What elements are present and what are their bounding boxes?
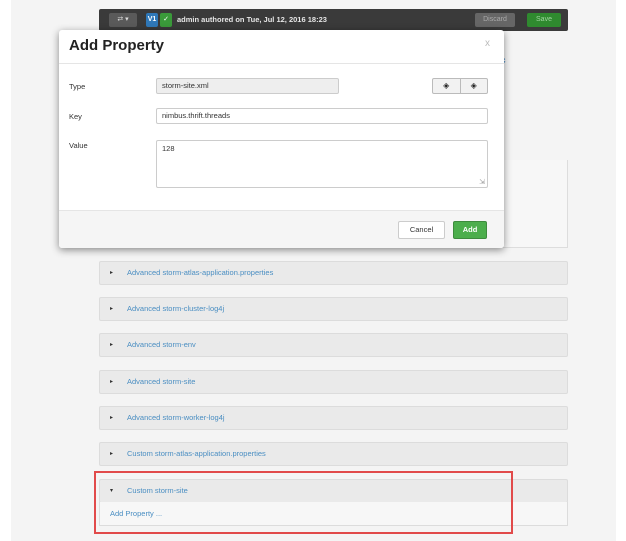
- version-badge[interactable]: V1: [146, 13, 158, 27]
- type-label: Type: [69, 82, 86, 91]
- type-field: storm-site.xml: [156, 78, 339, 94]
- key-input[interactable]: nimbus.thrift.threads: [156, 108, 488, 124]
- key-label: Key: [69, 112, 82, 121]
- close-icon[interactable]: x: [485, 38, 490, 49]
- section-label[interactable]: Custom storm-atlas-application.propertie…: [127, 443, 266, 465]
- modal-title: Add Property: [69, 37, 165, 54]
- value-label: Value: [69, 141, 88, 150]
- section-label[interactable]: Advanced storm-worker-log4j: [127, 407, 225, 429]
- expand-arrow-icon: ▸: [110, 379, 114, 385]
- add-property-modal: Add Property x Type storm-site.xml ◈ ◈ K…: [59, 30, 504, 248]
- expand-arrow-icon: ▸: [110, 451, 114, 457]
- expand-arrow-icon: ▸: [110, 415, 114, 421]
- add-button[interactable]: Add: [453, 221, 487, 239]
- save-button[interactable]: Save: [527, 13, 561, 27]
- section-advanced-storm-atlas-application-properties[interactable]: ▸ Advanced storm-atlas-application.prope…: [99, 261, 568, 285]
- section-advanced-storm-worker-log4j[interactable]: ▸ Advanced storm-worker-log4j: [99, 406, 568, 430]
- section-label[interactable]: Advanced storm-env: [127, 334, 196, 356]
- section-advanced-storm-env[interactable]: ▸ Advanced storm-env: [99, 333, 568, 357]
- modal-header-divider: [59, 63, 504, 64]
- tag-icon[interactable]: ◈: [433, 79, 460, 93]
- tags-icon[interactable]: ◈: [459, 79, 488, 93]
- value-text: 128: [162, 144, 175, 153]
- section-label[interactable]: Advanced storm-cluster-log4j: [127, 298, 224, 320]
- section-custom-storm-atlas-application-properties[interactable]: ▸ Custom storm-atlas-application.propert…: [99, 442, 568, 466]
- expand-arrow-icon: ▸: [110, 342, 114, 348]
- tag-button-group: ◈ ◈: [432, 78, 488, 94]
- section-label[interactable]: Advanced storm-site: [127, 371, 195, 393]
- highlight-box: [94, 471, 513, 534]
- cancel-button[interactable]: Cancel: [398, 221, 445, 239]
- version-toolbar: ⇄ ▾ V1 ✓ admin authored on Tue, Jul 12, …: [99, 9, 568, 31]
- section-advanced-storm-cluster-log4j[interactable]: ▸ Advanced storm-cluster-log4j: [99, 297, 568, 321]
- expand-arrow-icon: ▸: [110, 270, 114, 276]
- expand-arrow-icon: ▸: [110, 306, 114, 312]
- section-advanced-storm-site[interactable]: ▸ Advanced storm-site: [99, 370, 568, 394]
- version-author-text: admin authored on Tue, Jul 12, 2016 18:2…: [177, 15, 327, 24]
- modal-footer: Cancel Add: [59, 210, 504, 248]
- current-version-check-icon: ✓: [160, 13, 172, 27]
- discard-button[interactable]: Discard: [475, 13, 515, 27]
- value-textarea[interactable]: 128 ⇲: [156, 140, 488, 188]
- section-label[interactable]: Advanced storm-atlas-application.propert…: [127, 262, 273, 284]
- resize-handle-icon[interactable]: ⇲: [479, 178, 485, 186]
- compare-dropdown-button[interactable]: ⇄ ▾: [109, 13, 137, 27]
